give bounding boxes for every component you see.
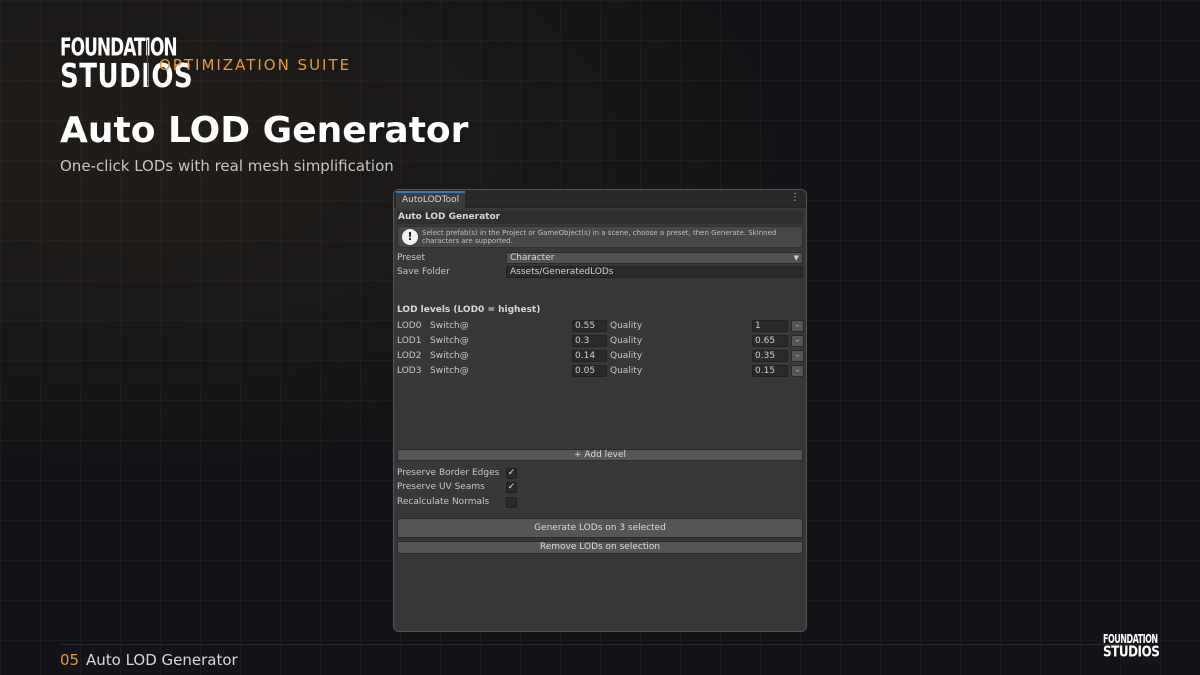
lod-name: LOD1 (397, 336, 422, 346)
chevron-down-icon: ▼ (793, 254, 799, 262)
lod-row-3: LOD3 Switch@ 0.05 Quality 0.15 - (397, 365, 804, 378)
lod-row-1: LOD1 Switch@ 0.3 Quality 0.65 - (397, 335, 804, 348)
switch-input[interactable]: 0.3 (572, 335, 607, 347)
lod-name: LOD3 (397, 366, 422, 376)
kebab-menu-icon[interactable]: ⋮ (790, 192, 800, 203)
generate-lods-button[interactable]: Generate LODs on 3 selected (397, 518, 803, 538)
option-label: Recalculate Normals (397, 497, 490, 507)
lod-levels-heading: LOD levels (LOD0 = highest) (397, 305, 541, 315)
page-title: Auto LOD Generator (60, 110, 469, 151)
lod-name: LOD2 (397, 351, 422, 361)
footer-label: Auto LOD Generator (86, 651, 238, 669)
switch-label: Switch@ (430, 336, 469, 346)
switch-input[interactable]: 0.14 (572, 350, 607, 362)
quality-label: Quality (610, 351, 643, 361)
info-icon: ! (402, 229, 418, 245)
switch-label: Switch@ (430, 366, 469, 376)
option-label: Preserve Border Edges (397, 468, 500, 478)
switch-label: Switch@ (430, 351, 469, 361)
remove-lod-button[interactable]: - (791, 320, 804, 332)
quality-input[interactable]: 0.35 (752, 350, 788, 362)
page-number: 05 (60, 651, 80, 669)
lod-name: LOD0 (397, 321, 422, 331)
quality-label: Quality (610, 366, 643, 376)
quality-input[interactable]: 1 (752, 320, 788, 332)
header-divider (147, 40, 148, 86)
section-header: Auto LOD Generator (397, 211, 803, 224)
quality-label: Quality (610, 321, 643, 331)
save-folder-label: Save Folder (397, 267, 450, 277)
preserve-border-edges-checkbox[interactable]: ✓ (506, 468, 517, 479)
remove-lod-button[interactable]: - (791, 335, 804, 347)
help-text: Select prefab(s) in the Project or GameO… (422, 229, 777, 245)
lod-row-0: LOD0 Switch@ 0.55 Quality 1 - (397, 320, 804, 333)
footer-divider (60, 644, 1140, 645)
option-row-preserve-border-edges: Preserve Border Edges ✓ (397, 467, 803, 480)
suite-label: OPTIMIZATION SUITE (159, 56, 352, 74)
preset-value: Character (510, 253, 555, 263)
preserve-uv-seams-checkbox[interactable]: ✓ (506, 482, 517, 493)
quality-input[interactable]: 0.15 (752, 365, 788, 377)
recalculate-normals-checkbox[interactable] (506, 497, 517, 508)
remove-lod-button[interactable]: - (791, 350, 804, 362)
help-box: ! Select prefab(s) in the Project or Gam… (397, 226, 803, 248)
lod-row-2: LOD2 Switch@ 0.14 Quality 0.35 - (397, 350, 804, 363)
switch-label: Switch@ (430, 321, 469, 331)
preset-label: Preset (397, 253, 426, 263)
add-level-button[interactable]: + Add level (397, 449, 803, 461)
preset-dropdown[interactable]: Character ▼ (506, 252, 803, 264)
window-tab-bar: AutoLODTool ⋮ (394, 190, 806, 208)
switch-input[interactable]: 0.05 (572, 365, 607, 377)
save-folder-input[interactable]: Assets/GeneratedLODs (506, 266, 803, 278)
remove-lods-button[interactable]: Remove LODs on selection (397, 541, 803, 554)
quality-label: Quality (610, 336, 643, 346)
quality-input[interactable]: 0.65 (752, 335, 788, 347)
option-row-recalculate-normals: Recalculate Normals (397, 496, 803, 509)
page-subtitle: One-click LODs with real mesh simplifica… (60, 157, 394, 175)
preset-row: Preset Character ▼ (397, 252, 803, 265)
footer-logo-line2: STUDIOS (1103, 642, 1160, 661)
tab-auto-lod-tool[interactable]: AutoLODTool (396, 191, 466, 208)
option-row-preserve-uv-seams: Preserve UV Seams ✓ (397, 481, 803, 494)
auto-lod-tool-window: AutoLODTool ⋮ Auto LOD Generator ! Selec… (393, 189, 807, 632)
footer-brand-logo: FOUNDATION STUDIOS (1103, 633, 1160, 661)
option-label: Preserve UV Seams (397, 482, 485, 492)
tool-panel: Auto LOD Generator ! Select prefab(s) in… (394, 209, 806, 631)
switch-input[interactable]: 0.55 (572, 320, 607, 332)
save-folder-row: Save Folder Assets/GeneratedLODs (397, 266, 803, 279)
remove-lod-button[interactable]: - (791, 365, 804, 377)
